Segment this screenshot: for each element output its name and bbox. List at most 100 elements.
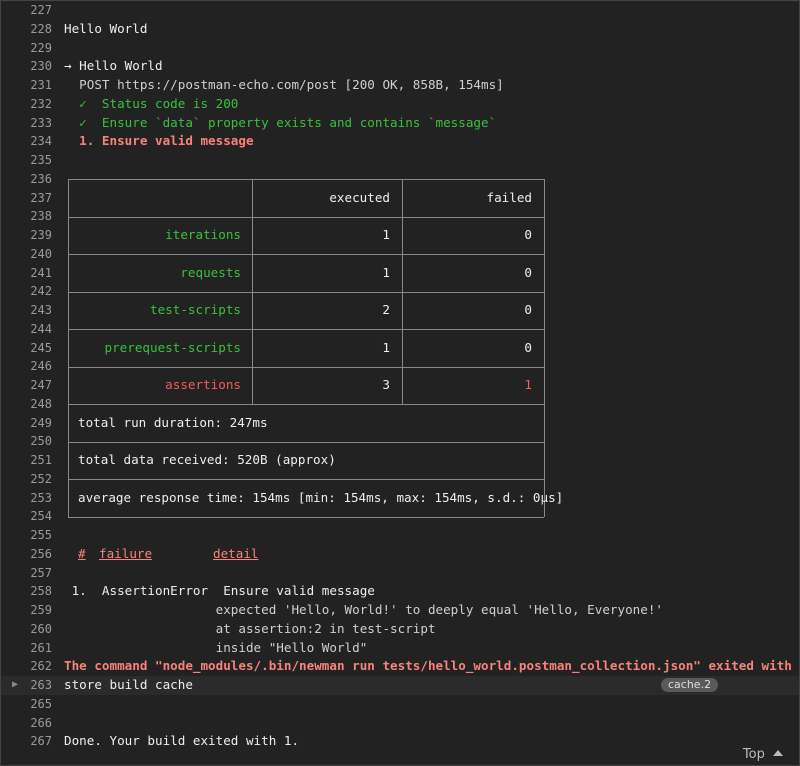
- line-number: 227: [30, 3, 52, 17]
- line-number: 259: [30, 603, 52, 617]
- line-number: 232: [30, 96, 52, 111]
- scroll-top-link[interactable]: Top: [743, 747, 783, 762]
- expand-arrow-icon[interactable]: ▶: [12, 676, 18, 695]
- row-failed-prerequest-scripts: 0: [524, 339, 532, 355]
- row-executed-requests: 1: [382, 264, 390, 280]
- caret-up-icon: [773, 750, 783, 756]
- line-number: 253: [30, 490, 52, 505]
- line-text: ✓ Status code is 200: [64, 95, 239, 111]
- log-line: 262 The command "node_modules/.bin/newman…: [1, 657, 800, 676]
- line-number: 233: [30, 115, 52, 130]
- line-number: 265: [30, 696, 52, 711]
- line-text: expected 'Hello, World!' to deeply equal…: [64, 602, 663, 617]
- table-border: [68, 254, 544, 256]
- line-number: 262: [30, 659, 52, 674]
- log-line: 266: [1, 714, 799, 733]
- line-number: 258: [30, 584, 52, 599]
- line-number: 242: [30, 284, 52, 299]
- line-text: Hello World: [64, 20, 148, 36]
- line-text: The command "node_modules/.bin/newman ru…: [64, 658, 800, 674]
- summary-line: total data received: 520B (approx): [78, 452, 336, 467]
- line-number: 263: [30, 678, 52, 692]
- line-number: 244: [30, 321, 52, 336]
- line-number: 247: [30, 378, 52, 392]
- log-line: 258 1. AssertionError Ensure valid messa…: [1, 582, 799, 601]
- log-line: 255: [1, 526, 799, 545]
- line-text: → Hello World: [64, 58, 163, 74]
- line-number: 234: [30, 134, 52, 149]
- log-line: 257: [1, 564, 799, 583]
- cache-badge: cache.2: [661, 678, 719, 692]
- table-border: [68, 291, 544, 293]
- table-border: [402, 179, 403, 405]
- header-failed: failed: [486, 189, 533, 205]
- row-failed-assertions: 1: [524, 377, 532, 392]
- line-text: Done. Your build exited with 1.: [64, 733, 300, 749]
- line-number: 249: [30, 415, 52, 430]
- table-border: [68, 404, 544, 406]
- row-executed-assertions: 3: [382, 377, 390, 392]
- failures-col-hash: #: [78, 545, 86, 561]
- line-number: 235: [30, 153, 52, 167]
- header-executed: executed: [329, 189, 390, 205]
- line-text: store build cache: [64, 677, 193, 692]
- line-number: 251: [30, 453, 52, 467]
- line-text: ✓ Ensure `data` property exists and cont…: [64, 114, 497, 130]
- failures-col-failure: failure: [99, 545, 153, 561]
- line-number: 229: [30, 40, 52, 55]
- log-line: 229: [1, 39, 799, 58]
- log-line: 260 at assertion:2 in test-script: [1, 620, 799, 639]
- failures-col-detail: detail: [213, 545, 259, 561]
- log-line: 230 → Hello World: [1, 57, 799, 76]
- line-number: 231: [30, 78, 52, 92]
- log-line: 261 inside "Hello World": [1, 639, 799, 658]
- line-number: 257: [30, 565, 52, 580]
- line-number: 241: [30, 265, 52, 280]
- line-number: 245: [30, 340, 52, 355]
- table-border: [68, 216, 544, 218]
- row-label-prerequest-scripts: prerequest-scripts: [104, 339, 241, 355]
- table-border: [68, 479, 544, 481]
- log-line: 227: [1, 1, 799, 20]
- line-number: 267: [30, 734, 52, 749]
- line-text: inside "Hello World": [64, 639, 368, 655]
- log-fold-store-build-cache[interactable]: 263 store build cache ▶ cache.2: [1, 676, 799, 695]
- table-border: [68, 516, 544, 518]
- log-line: 267 Done. Your build exited with 1.: [1, 732, 799, 751]
- log-line: 234 1. Ensure valid message: [1, 132, 799, 151]
- line-number: 237: [30, 190, 52, 205]
- row-label-test-scripts: test-scripts: [150, 302, 241, 317]
- line-number: 255: [30, 528, 52, 542]
- line-number: 261: [30, 640, 52, 655]
- line-number: 256: [30, 546, 52, 561]
- line-number: 230: [30, 59, 52, 74]
- table-border: [68, 179, 544, 181]
- line-number: 266: [30, 715, 52, 730]
- line-text: at assertion:2 in test-script: [64, 620, 436, 636]
- line-text: 1. Ensure valid message: [64, 133, 254, 149]
- top-link-label: Top: [742, 747, 765, 762]
- table-border: [68, 366, 544, 368]
- row-failed-requests: 0: [524, 264, 532, 280]
- table-border: [68, 329, 544, 331]
- log-line: 265: [1, 695, 799, 714]
- table-border: [544, 179, 545, 517]
- log-line: 232 ✓ Status code is 200: [1, 95, 799, 114]
- log-line: 237: [1, 189, 799, 208]
- table-border: [252, 179, 253, 405]
- line-number: 238: [30, 209, 52, 224]
- line-text: POST https://postman-echo.com/post [200 …: [64, 77, 504, 92]
- summary-line: average response time: 154ms [min: 154ms…: [78, 489, 564, 505]
- row-label-assertions: assertions: [165, 377, 241, 392]
- line-number: 236: [30, 171, 52, 186]
- log-line: 233 ✓ Ensure `data` property exists and …: [1, 114, 799, 133]
- row-label-iterations: iterations: [165, 227, 241, 242]
- row-executed-iterations: 1: [382, 227, 390, 242]
- line-number: 246: [30, 359, 52, 374]
- line-number: 250: [30, 434, 52, 449]
- row-executed-prerequest-scripts: 1: [382, 339, 390, 355]
- line-number: 240: [30, 246, 52, 261]
- line-number: 243: [30, 303, 52, 317]
- log-line: 235: [1, 151, 799, 170]
- row-label-requests: requests: [180, 264, 241, 280]
